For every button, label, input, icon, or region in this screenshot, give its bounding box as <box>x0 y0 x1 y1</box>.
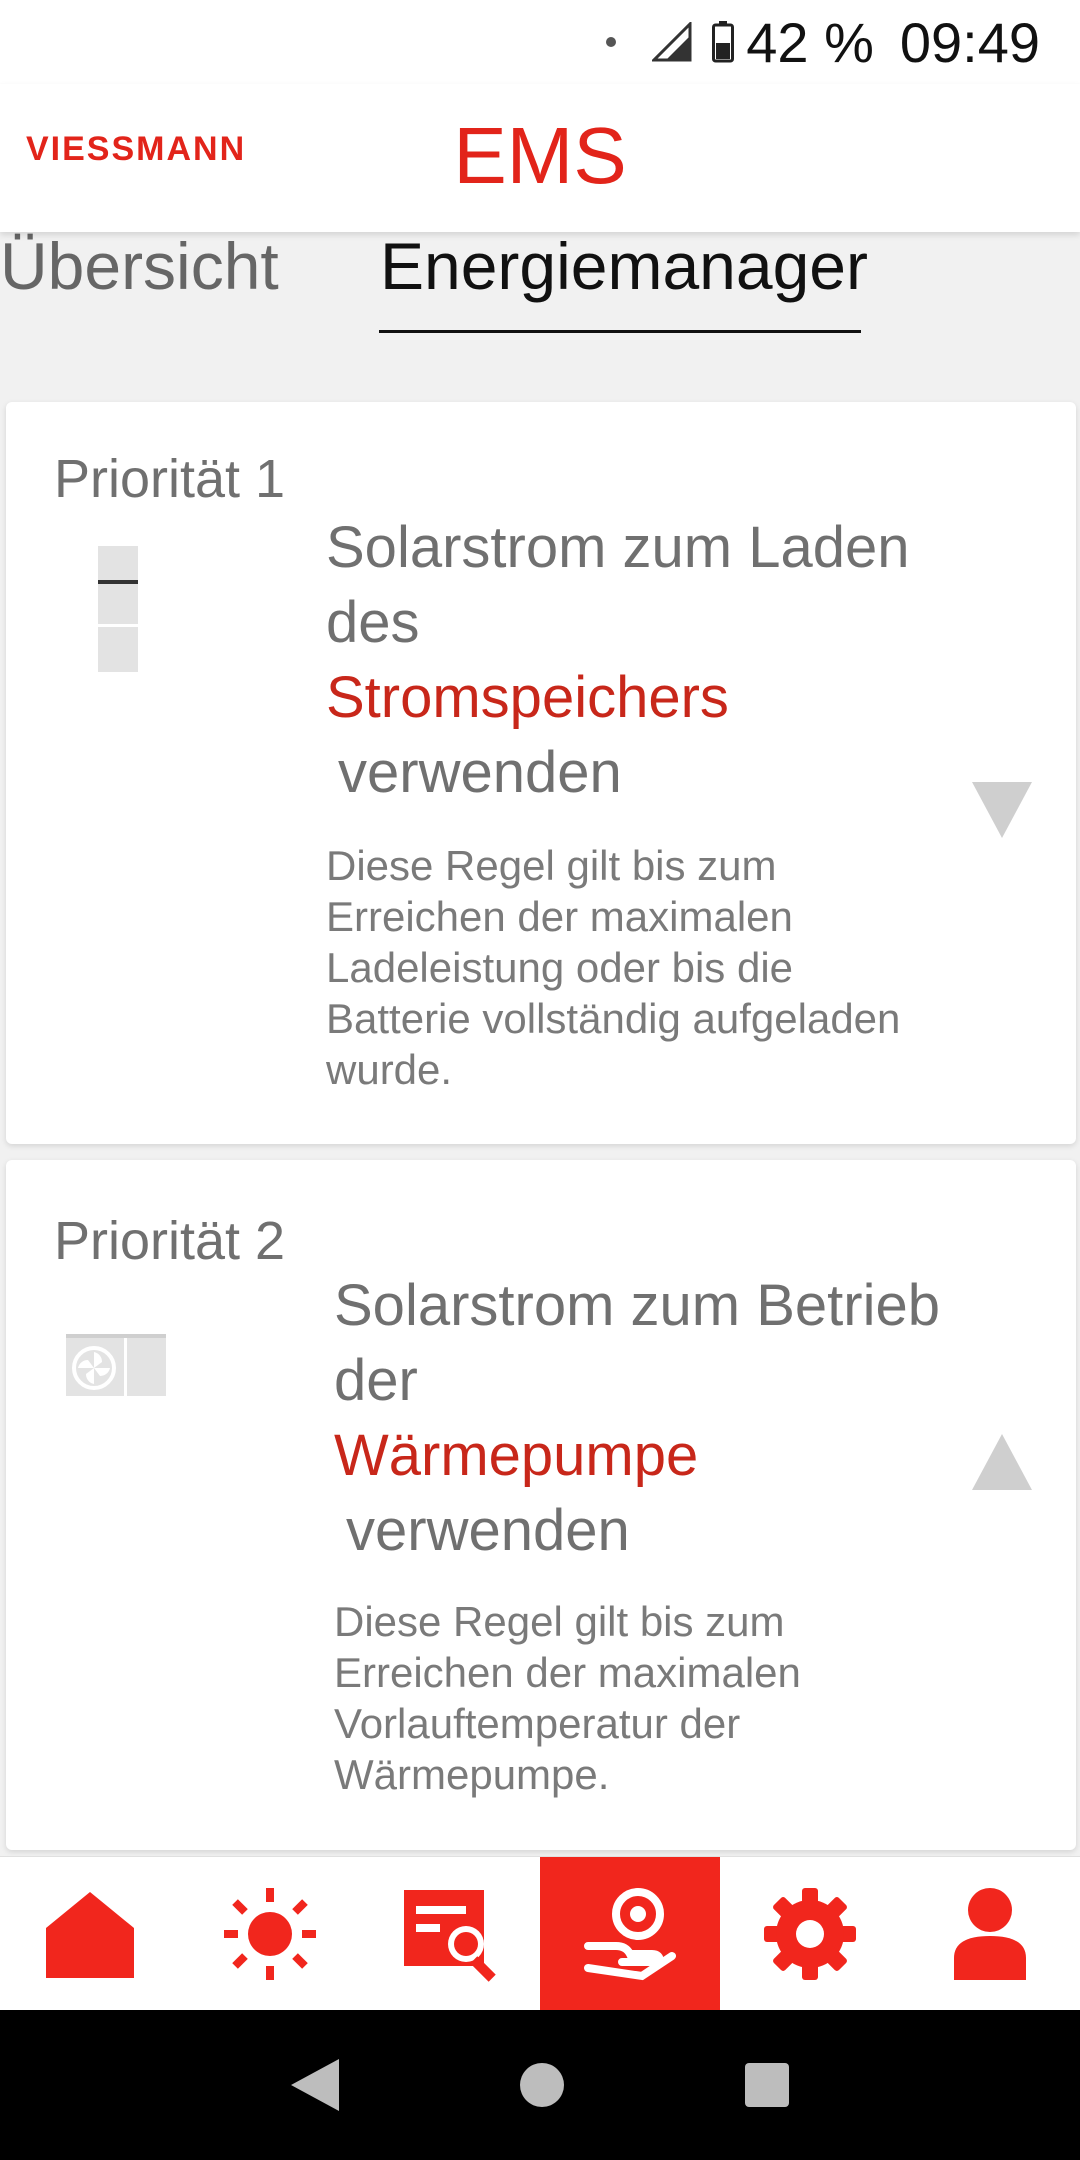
search-list-icon <box>404 1890 496 1982</box>
status-bar: 42 % 09:49 <box>0 0 1080 84</box>
rule-description: Diese Regel gilt bis zum Erreichen der m… <box>326 842 901 1093</box>
screen: 42 % 09:49 VIESSMANN EMS Übersicht Energ… <box>0 0 1080 2160</box>
rule-title-accent: Wärmepumpe <box>334 1423 699 1488</box>
tab-overview[interactable]: Übersicht <box>0 228 279 304</box>
energy-hand-icon <box>584 1888 676 1981</box>
nav-analysis[interactable] <box>360 1857 540 2011</box>
chevron-up-icon[interactable] <box>970 1432 1034 1492</box>
rule-description: Diese Regel gilt bis zum Erreichen der m… <box>334 1598 801 1798</box>
notification-dot-icon <box>606 37 617 47</box>
rule-title: Solarstrom zum Laden des Stromspeichers … <box>326 510 966 810</box>
rule-title-text: Solarstrom zum Betrieb der <box>334 1273 940 1413</box>
chevron-down-icon[interactable] <box>970 780 1034 840</box>
nav-home[interactable] <box>0 1857 180 2011</box>
tab-energy-manager[interactable]: Energiemanager <box>380 228 868 304</box>
battery-storage-icon <box>98 546 138 672</box>
rule-title: Solarstrom zum Betrieb der Wärmepumpe ve… <box>334 1268 974 1568</box>
clock: 09:49 <box>899 10 1040 74</box>
rule-title-accent: Stromspeichers <box>326 665 729 730</box>
heat-pump-icon <box>66 1334 166 1396</box>
rule-title-tail: verwenden <box>346 1498 630 1563</box>
battery-percent: 42 % <box>746 10 874 74</box>
page-title: EMS <box>453 111 627 200</box>
active-tab-indicator <box>379 330 861 333</box>
back-icon[interactable] <box>289 2057 341 2113</box>
priority-card-1[interactable]: Priorität 1 Solarstrom zum Laden des Str… <box>6 402 1076 1144</box>
battery-icon <box>712 21 735 63</box>
priority-card-2[interactable]: Priorität 2 Solarstrom zum Betrieb der W… <box>6 1160 1076 1850</box>
priority-label: Priorität 1 <box>54 449 286 509</box>
home-icon <box>46 1892 134 1978</box>
recents-icon[interactable] <box>743 2061 791 2109</box>
nav-solar[interactable] <box>180 1857 360 2011</box>
nav-profile[interactable] <box>900 1857 1080 2011</box>
sun-icon <box>224 1888 316 1980</box>
app-header: VIESSMANN EMS <box>0 84 1080 232</box>
bottom-navigation <box>0 1856 1080 2011</box>
tab-bar: Übersicht Energiemanager <box>0 228 1080 338</box>
priority-label: Priorität 2 <box>54 1211 286 1271</box>
home-circle-icon[interactable] <box>518 2061 566 2109</box>
nav-settings[interactable] <box>720 1857 900 2011</box>
user-icon <box>954 1888 1026 1980</box>
rule-title-tail: verwenden <box>338 740 622 805</box>
signal-icon <box>652 22 692 62</box>
nav-energy-manager[interactable] <box>540 1857 720 2011</box>
system-navigation-bar <box>0 2010 1080 2160</box>
rule-title-text: Solarstrom zum Laden des <box>326 515 910 655</box>
gear-icon <box>764 1888 856 1980</box>
